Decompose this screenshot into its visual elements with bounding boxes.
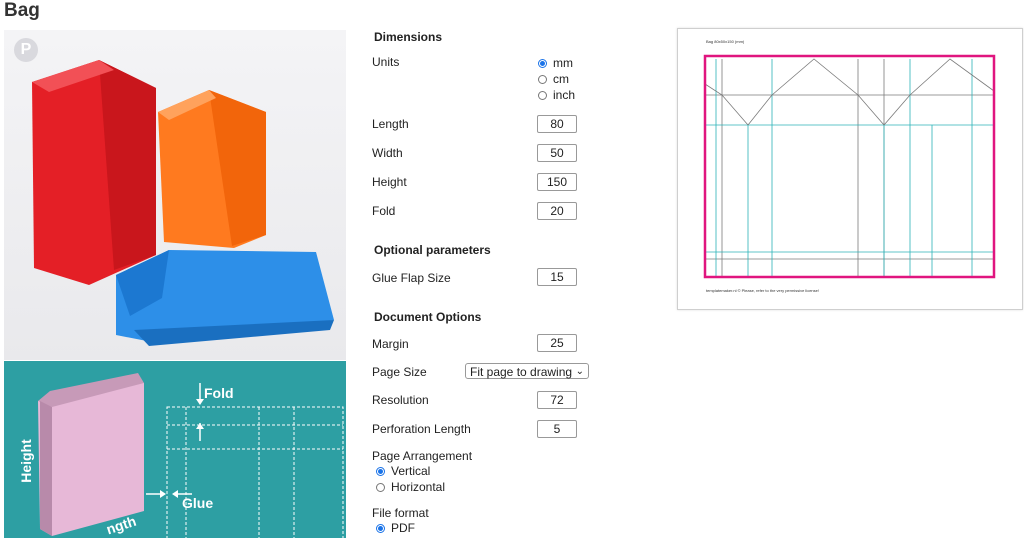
resolution-label: Resolution bbox=[372, 393, 429, 407]
length-label: Length bbox=[372, 117, 409, 131]
page-size-value: Fit page to drawing bbox=[470, 365, 573, 379]
perforation-input[interactable]: 5 bbox=[537, 420, 577, 438]
radio-selected-icon[interactable] bbox=[538, 58, 547, 68]
preview-footer: templatemaker.nl © Please, refer to the … bbox=[706, 288, 819, 293]
units-option-label: inch bbox=[553, 88, 576, 102]
diagram-fold-label: Fold bbox=[204, 385, 234, 401]
bag-diagram: Fold Glue Height ngth bbox=[4, 361, 346, 538]
radio-icon[interactable] bbox=[538, 90, 547, 100]
page-size-select[interactable]: Fit page to drawing ⌄ bbox=[465, 363, 589, 379]
arrangement-option-label: Horizontal bbox=[391, 480, 446, 494]
radio-selected-icon[interactable] bbox=[376, 466, 385, 476]
radio-icon[interactable] bbox=[376, 482, 385, 492]
fold-input[interactable]: 20 bbox=[537, 202, 577, 220]
page-size-label: Page Size bbox=[372, 365, 427, 379]
dimensions-heading: Dimensions bbox=[374, 30, 443, 44]
template-drawing bbox=[703, 54, 996, 279]
units-option-cm[interactable]: cm bbox=[538, 72, 569, 86]
glue-flap-label: Glue Flap Size bbox=[372, 271, 451, 285]
margin-input[interactable]: 25 bbox=[537, 334, 577, 352]
arrangement-option-horizontal[interactable]: Horizontal bbox=[376, 480, 445, 494]
page-title: Bag bbox=[4, 0, 40, 21]
file-format-label: File format bbox=[372, 506, 429, 520]
units-option-mm[interactable]: mm bbox=[538, 56, 573, 70]
glue-flap-input[interactable]: 15 bbox=[537, 268, 577, 286]
pinterest-icon[interactable]: P bbox=[14, 38, 38, 62]
optional-heading: Optional parameters bbox=[374, 243, 491, 257]
bags-illustration bbox=[4, 30, 346, 360]
width-input[interactable]: 50 bbox=[537, 144, 577, 162]
length-input[interactable]: 80 bbox=[537, 115, 577, 133]
diagram-illustration bbox=[38, 373, 344, 538]
units-option-label: mm bbox=[553, 56, 573, 70]
diagram-height-label: Height bbox=[18, 439, 34, 483]
arrangement-label: Page Arrangement bbox=[372, 449, 473, 463]
height-label: Height bbox=[372, 175, 407, 189]
file-format-option-label: PDF bbox=[391, 521, 415, 535]
resolution-input[interactable]: 72 bbox=[537, 391, 577, 409]
diagram-glue-label: Glue bbox=[182, 495, 214, 511]
width-label: Width bbox=[372, 146, 403, 160]
bags-photo: P bbox=[4, 30, 346, 360]
document-options-heading: Document Options bbox=[374, 310, 482, 324]
file-format-option-pdf[interactable]: PDF bbox=[376, 521, 415, 535]
units-label: Units bbox=[372, 55, 400, 69]
units-option-inch[interactable]: inch bbox=[538, 88, 575, 102]
arrangement-option-vertical[interactable]: Vertical bbox=[376, 464, 430, 478]
radio-selected-icon[interactable] bbox=[376, 523, 385, 533]
fold-label: Fold bbox=[372, 204, 396, 218]
units-option-label: cm bbox=[553, 72, 569, 86]
margin-label: Margin bbox=[372, 337, 409, 351]
radio-icon[interactable] bbox=[538, 74, 547, 84]
chevron-down-icon: ⌄ bbox=[575, 366, 584, 377]
template-preview[interactable]: Bag 80x50x150 (mm) templatemaker.nl © Pl… bbox=[677, 28, 1023, 310]
perforation-label: Perforation Length bbox=[372, 422, 471, 436]
arrangement-option-label: Vertical bbox=[391, 464, 431, 478]
height-input[interactable]: 150 bbox=[537, 173, 577, 191]
